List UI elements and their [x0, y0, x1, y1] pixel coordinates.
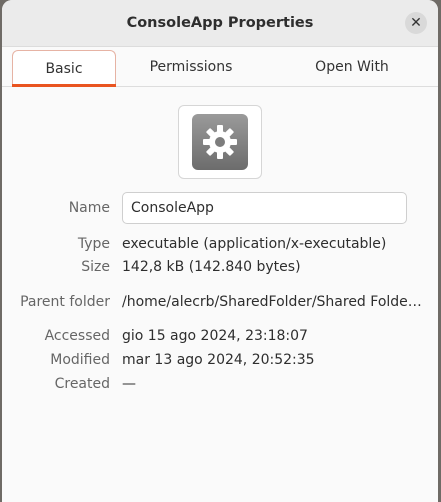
created-label: Created [54, 376, 110, 392]
accessed-row: Accessed gio 15 ago 2024, 23:18:07 [2, 325, 438, 347]
name-field[interactable] [122, 192, 407, 224]
tab-bar: Basic Permissions Open With [2, 47, 438, 87]
created-value: — [122, 376, 136, 392]
close-button[interactable]: ✕ [405, 12, 427, 34]
modified-row: Modified mar 13 ago 2024, 20:52:35 [2, 349, 438, 371]
accessed-value: gio 15 ago 2024, 23:18:07 [122, 328, 308, 344]
close-icon: ✕ [410, 15, 422, 31]
parent-folder-label: Parent folder [20, 294, 110, 310]
accessed-label: Accessed [44, 328, 110, 344]
size-label: Size [81, 259, 110, 275]
type-label: Type [77, 236, 110, 252]
tab-open-with[interactable]: Open With [266, 47, 438, 86]
type-row: Type executable (application/x-executabl… [2, 233, 438, 255]
title-bar: ConsoleApp Properties ✕ [2, 0, 438, 47]
modified-label: Modified [50, 352, 110, 368]
name-row: Name [2, 192, 438, 224]
gear-icon [192, 114, 248, 170]
size-value: 142,8 kB (142.840 bytes) [122, 259, 301, 275]
tab-basic-label: Basic [45, 60, 83, 77]
tab-open-with-label: Open With [315, 58, 389, 75]
tab-permissions[interactable]: Permissions [116, 47, 266, 86]
size-row: Size 142,8 kB (142.840 bytes) [2, 256, 438, 278]
basic-panel: Name Type executable (application/x-exec… [2, 87, 438, 395]
tab-permissions-label: Permissions [149, 58, 233, 75]
parent-folder-value[interactable]: /home/alecrb/SharedFolder/Shared Folde… [122, 294, 422, 310]
file-icon-button[interactable] [178, 105, 262, 179]
modified-value: mar 13 ago 2024, 20:52:35 [122, 352, 315, 368]
name-label: Name [68, 200, 110, 216]
type-value: executable (application/x-executable) [122, 236, 387, 252]
dialog-title: ConsoleApp Properties [126, 15, 314, 31]
parent-folder-row: Parent folder /home/alecrb/SharedFolder/… [2, 291, 438, 313]
properties-dialog: ConsoleApp Properties ✕ Basic Permission… [2, 0, 438, 502]
created-row: Created — [2, 373, 438, 395]
tab-basic[interactable]: Basic [12, 50, 116, 87]
